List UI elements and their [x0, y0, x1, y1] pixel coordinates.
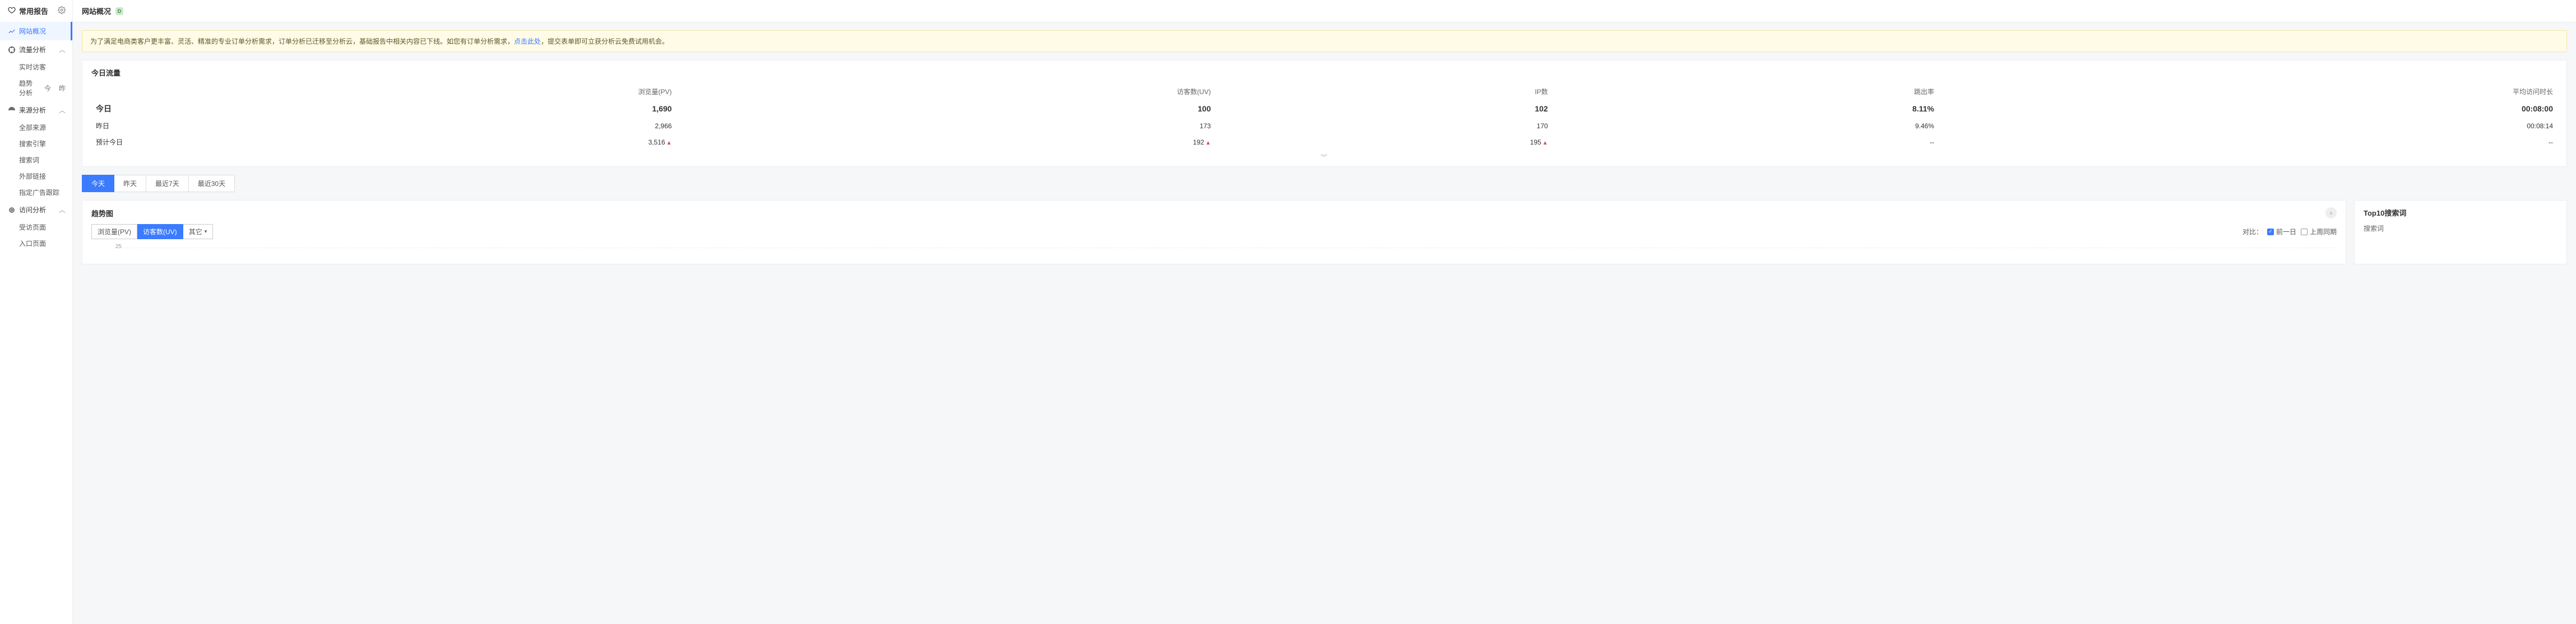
- cell: --: [1939, 134, 2558, 150]
- notice-suffix: ，提交表单即可立获分析云免费试用机会。: [541, 38, 669, 45]
- trend-title: 趋势图: [91, 208, 113, 218]
- sidebar-head: 常用报告: [0, 0, 72, 22]
- cell: 195▲: [1215, 134, 1552, 150]
- cell: 102: [1215, 100, 1552, 118]
- checkbox-icon: ✓: [2267, 229, 2274, 235]
- row-label: 今日: [91, 100, 142, 118]
- nav-item-label: 网站概况: [19, 26, 46, 36]
- sidebar: 常用报告 网站概况 流量分析 ︿ 实时访客 趋势分析 今 昨: [0, 0, 73, 624]
- cell: --: [1553, 134, 1939, 150]
- col-ip: IP数: [1215, 83, 1552, 100]
- compare-label: 对比：: [2243, 227, 2263, 236]
- nav-sub-realtime[interactable]: 实时访客: [0, 59, 72, 75]
- compare-prevday-checkbox[interactable]: ✓ 前一日: [2267, 227, 2296, 236]
- cell: 170: [1215, 118, 1552, 134]
- nav-sub-pages[interactable]: 受访页面: [0, 219, 72, 235]
- cell: 00:08:14: [1939, 118, 2558, 134]
- main: 网站概况 D 为了满足电商类客户更丰富、灵活、精准的专业订单分析需求，订单分析已…: [73, 0, 2576, 624]
- metric-pv-button[interactable]: 浏览量(PV): [91, 224, 137, 239]
- nav-sub-se[interactable]: 搜索引擎: [0, 136, 72, 152]
- top10-title: Top10搜索词: [2364, 207, 2558, 218]
- compare-area: 对比： ✓ 前一日 上周同期: [2243, 227, 2337, 236]
- chart-ytick: 25: [115, 244, 122, 250]
- nav-sub-extlink[interactable]: 外部链接: [0, 168, 72, 184]
- nav-sub-trend[interactable]: 趋势分析 今 昨: [0, 75, 72, 101]
- table-row: 昨日 2,966 173 170 9.46% 00:08:14: [91, 118, 2558, 134]
- up-arrow-icon: ▲: [1205, 140, 1211, 146]
- nav-item-visit[interactable]: 访问分析 ︿: [0, 201, 72, 219]
- compare-prevweek-checkbox[interactable]: 上周同期: [2301, 227, 2337, 236]
- today-traffic-title: 今日流量: [91, 67, 2558, 78]
- source-icon: [8, 106, 16, 114]
- nav-item-overview[interactable]: 网站概况: [0, 22, 72, 40]
- table-row: 预计今日 3,516▲ 192▲ 195▲ -- --: [91, 134, 2558, 150]
- nav-sub-keyword[interactable]: 搜索词: [0, 152, 72, 168]
- cell: 192▲: [677, 134, 1216, 150]
- overview-icon: [8, 27, 16, 35]
- up-arrow-icon: ▲: [1542, 140, 1548, 146]
- cell: 00:08:00: [1939, 100, 2558, 118]
- tab-today[interactable]: 今天: [82, 175, 114, 192]
- trend-card: 趋势图 › 浏览量(PV) 访客数(UV) 其它 ▾: [82, 200, 2346, 264]
- heart-icon: [8, 6, 16, 16]
- expand-toggle[interactable]: ︾: [91, 150, 2558, 163]
- table-row: 今日 1,690 100 102 8.11% 00:08:00: [91, 100, 2558, 118]
- nav-item-label: 访问分析: [19, 205, 46, 215]
- cell: 173: [677, 118, 1216, 134]
- tab-30d[interactable]: 最近30天: [189, 175, 235, 192]
- tab-yest[interactable]: 昨天: [114, 175, 146, 192]
- col-pv: 浏览量(PV): [142, 83, 677, 100]
- traffic-icon: [8, 46, 16, 54]
- cell: 100: [677, 100, 1216, 118]
- chevron-up-icon: ︿: [59, 205, 66, 215]
- nav-item-traffic[interactable]: 流量分析 ︿: [0, 40, 72, 59]
- metric-other-button[interactable]: 其它 ▾: [183, 224, 214, 239]
- chevron-up-icon: ︿: [59, 45, 66, 54]
- visit-icon: [8, 206, 16, 214]
- trend-today-shortcut[interactable]: 今: [44, 83, 51, 93]
- trend-yesterday-shortcut[interactable]: 昨: [59, 83, 66, 93]
- checkbox-icon: [2301, 229, 2308, 235]
- row-label: 预计今日: [91, 134, 142, 150]
- cell: 2,966: [142, 118, 677, 134]
- col-dur: 平均访问时长: [1939, 83, 2558, 100]
- table-row: 浏览量(PV) 访客数(UV) IP数 跳出率 平均访问时长: [91, 83, 2558, 100]
- cell: 8.11%: [1553, 100, 1939, 118]
- nav-item-label: 来源分析: [19, 105, 46, 115]
- col-uv: 访客数(UV): [677, 83, 1216, 100]
- notice-prefix: 为了满足电商类客户更丰富、灵活、精准的专业订单分析需求，订单分析已迁移至分析云，…: [90, 38, 514, 45]
- nav-sub-entry[interactable]: 入口页面: [0, 235, 72, 252]
- today-traffic-table: 浏览量(PV) 访客数(UV) IP数 跳出率 平均访问时长 今日 1,690 …: [91, 83, 2558, 150]
- range-tabs: 今天 昨天 最近7天 最近30天: [82, 175, 2567, 192]
- nav-item-source[interactable]: 来源分析 ︿: [0, 101, 72, 119]
- nav-sub-adtrack[interactable]: 指定广告跟踪: [0, 184, 72, 201]
- chevron-down-icon: ▾: [205, 229, 207, 235]
- metric-btn-group: 浏览量(PV) 访客数(UV) 其它 ▾: [91, 224, 213, 239]
- up-arrow-icon: ▲: [666, 140, 672, 146]
- metric-uv-button[interactable]: 访客数(UV): [137, 224, 183, 239]
- data-badge: D: [115, 7, 123, 15]
- cell: 3,516▲: [142, 134, 677, 150]
- tab-7d[interactable]: 最近7天: [146, 175, 189, 192]
- trend-goto-button[interactable]: ›: [2325, 207, 2337, 218]
- top10-card: Top10搜索词 搜索词: [2354, 200, 2567, 264]
- trend-chart: 25: [91, 244, 2337, 257]
- cell: 9.46%: [1553, 118, 1939, 134]
- chevron-right-icon: ›: [2330, 209, 2332, 217]
- nav-item-label: 流量分析: [19, 45, 46, 54]
- gear-icon[interactable]: [58, 6, 66, 16]
- notice-link[interactable]: 点击此处: [514, 38, 541, 45]
- col-bounce: 跳出率: [1553, 83, 1939, 100]
- main-headbar: 网站概况 D: [73, 0, 2576, 22]
- sidebar-head-label: 常用报告: [19, 6, 48, 16]
- page-title: 网站概况: [82, 6, 111, 16]
- top10-col-header: 搜索词: [2364, 223, 2558, 233]
- chevron-up-icon: ︿: [59, 105, 66, 115]
- row-label: 昨日: [91, 118, 142, 134]
- nav-sub-allsource[interactable]: 全部来源: [0, 119, 72, 136]
- today-traffic-card: 今日流量 浏览量(PV) 访客数(UV) IP数 跳出率 平均访问时长 今日: [82, 60, 2567, 167]
- notice-bar: 为了满足电商类客户更丰富、灵活、精准的专业订单分析需求，订单分析已迁移至分析云，…: [82, 30, 2567, 52]
- cell: 1,690: [142, 100, 677, 118]
